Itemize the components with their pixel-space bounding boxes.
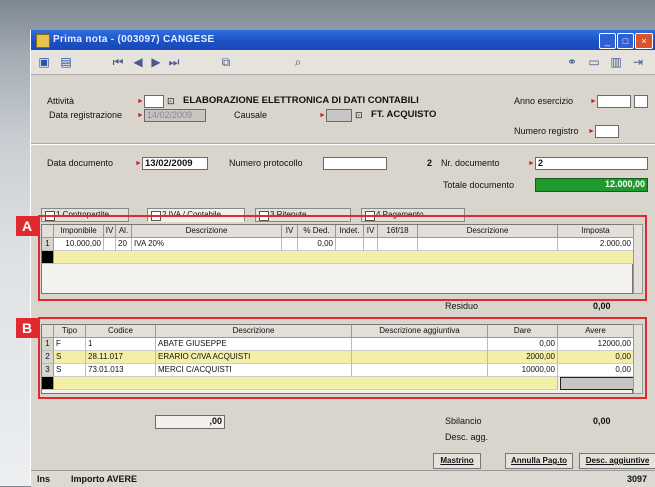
status-bar: Ins Importo AVERE 3097 — [31, 470, 655, 487]
descrizioni-aggiuntive-button[interactable]: Desc. aggiuntive — [579, 453, 655, 469]
anno-esercizio-field[interactable] — [597, 95, 631, 108]
status-code: 3097 — [627, 474, 648, 484]
minimize-button[interactable]: _ — [599, 33, 616, 49]
total-field: ,00 — [155, 415, 225, 429]
totale-documento-label: Totale documento — [443, 180, 515, 190]
numero-registro-label: Numero registro — [514, 126, 579, 136]
last-record-icon[interactable]: ⏭ — [167, 55, 181, 69]
lookup-icon[interactable]: ⊡ — [355, 110, 363, 121]
numero-registro-field[interactable] — [595, 125, 619, 138]
protocol-count: 2 — [427, 158, 433, 168]
toolbar: ▣ ▤ ⏮ ◀ ▶ ⏭ ⧉ ⌕ ⚭ ▭ ▥ ⇥ — [31, 50, 655, 75]
lookup-arrow-icon: ► — [528, 160, 535, 167]
annotation-badge-b: B — [16, 318, 38, 338]
maximize-button[interactable]: □ — [617, 33, 634, 49]
status-mode: Ins — [37, 474, 51, 484]
company-name: ELABORAZIONE ELETTRONICA DI DATI CONTABI… — [183, 95, 419, 106]
window-icon[interactable]: ▭ — [587, 55, 601, 69]
anno-esercizio-label: Anno esercizio — [514, 96, 574, 106]
delete-icon[interactable]: ▥ — [609, 55, 623, 69]
app-icon — [36, 34, 50, 48]
data-documento-label: Data documento — [47, 158, 114, 168]
lookup-icon[interactable]: ⊡ — [167, 96, 175, 107]
attivita-field[interactable] — [144, 95, 164, 108]
binoculars-icon[interactable]: ⚭ — [565, 55, 579, 69]
lookup-arrow-icon: ► — [319, 112, 326, 119]
sbilancio-label: Sbilancio — [445, 416, 482, 426]
data-registrazione-label: Data registrazione — [49, 110, 123, 120]
data-documento-field[interactable]: 13/02/2009 — [142, 157, 208, 170]
totale-documento-field: 12.000,00 — [535, 178, 648, 192]
lookup-arrow-icon: ► — [588, 128, 595, 135]
data-registrazione-field[interactable]: 14/02/2009 — [144, 109, 206, 122]
causale-field[interactable] — [326, 109, 352, 122]
sbilancio-value: 0,00 — [593, 416, 611, 426]
exit-icon[interactable]: ⇥ — [631, 55, 645, 69]
lookup-arrow-icon: ► — [137, 98, 144, 105]
annotation-box-a — [38, 215, 647, 301]
causale-name: FT. ACQUISTO — [371, 109, 437, 120]
first-record-icon[interactable]: ⏮ — [111, 55, 125, 69]
mastrino-button[interactable]: Mastrino — [433, 453, 481, 469]
lookup-arrow-icon: ► — [590, 98, 597, 105]
causale-label: Causale — [234, 110, 268, 120]
annulla-pagamento-button[interactable]: Annulla Pag.to — [505, 453, 573, 469]
close-button[interactable]: × — [635, 33, 653, 49]
annotation-badge-a: A — [16, 216, 38, 236]
divider — [31, 143, 655, 145]
residuo-label: Residuo — [445, 301, 479, 311]
numero-protocollo-label: Numero protocollo — [229, 158, 303, 168]
attivita-label: Attività — [47, 96, 75, 106]
window-title: Prima nota - (003097) CANGESE — [53, 34, 215, 45]
nr-documento-label: Nr. documento — [441, 158, 500, 168]
annotation-box-b — [38, 317, 647, 399]
title-bar: Prima nota - (003097) CANGESE _ □ × — [31, 30, 655, 50]
numero-protocollo-field[interactable] — [323, 157, 387, 170]
anno-esercizio-extra-field[interactable] — [634, 95, 648, 108]
lookup-arrow-icon: ► — [137, 112, 144, 119]
copy-icon[interactable]: ⧉ — [219, 55, 233, 69]
next-record-icon[interactable]: ▶ — [149, 55, 163, 69]
search-icon[interactable]: ⌕ — [291, 55, 305, 69]
lookup-arrow-icon: ► — [135, 160, 142, 167]
nr-documento-field[interactable]: 2 — [535, 157, 648, 170]
residuo-value: 0,00 — [593, 301, 611, 311]
status-message: Importo AVERE — [71, 474, 138, 484]
print-icon[interactable]: ▤ — [59, 55, 73, 69]
save-icon[interactable]: ▣ — [37, 55, 51, 69]
previous-record-icon[interactable]: ◀ — [131, 55, 145, 69]
desc-agg-label: Desc. agg. — [445, 432, 489, 442]
